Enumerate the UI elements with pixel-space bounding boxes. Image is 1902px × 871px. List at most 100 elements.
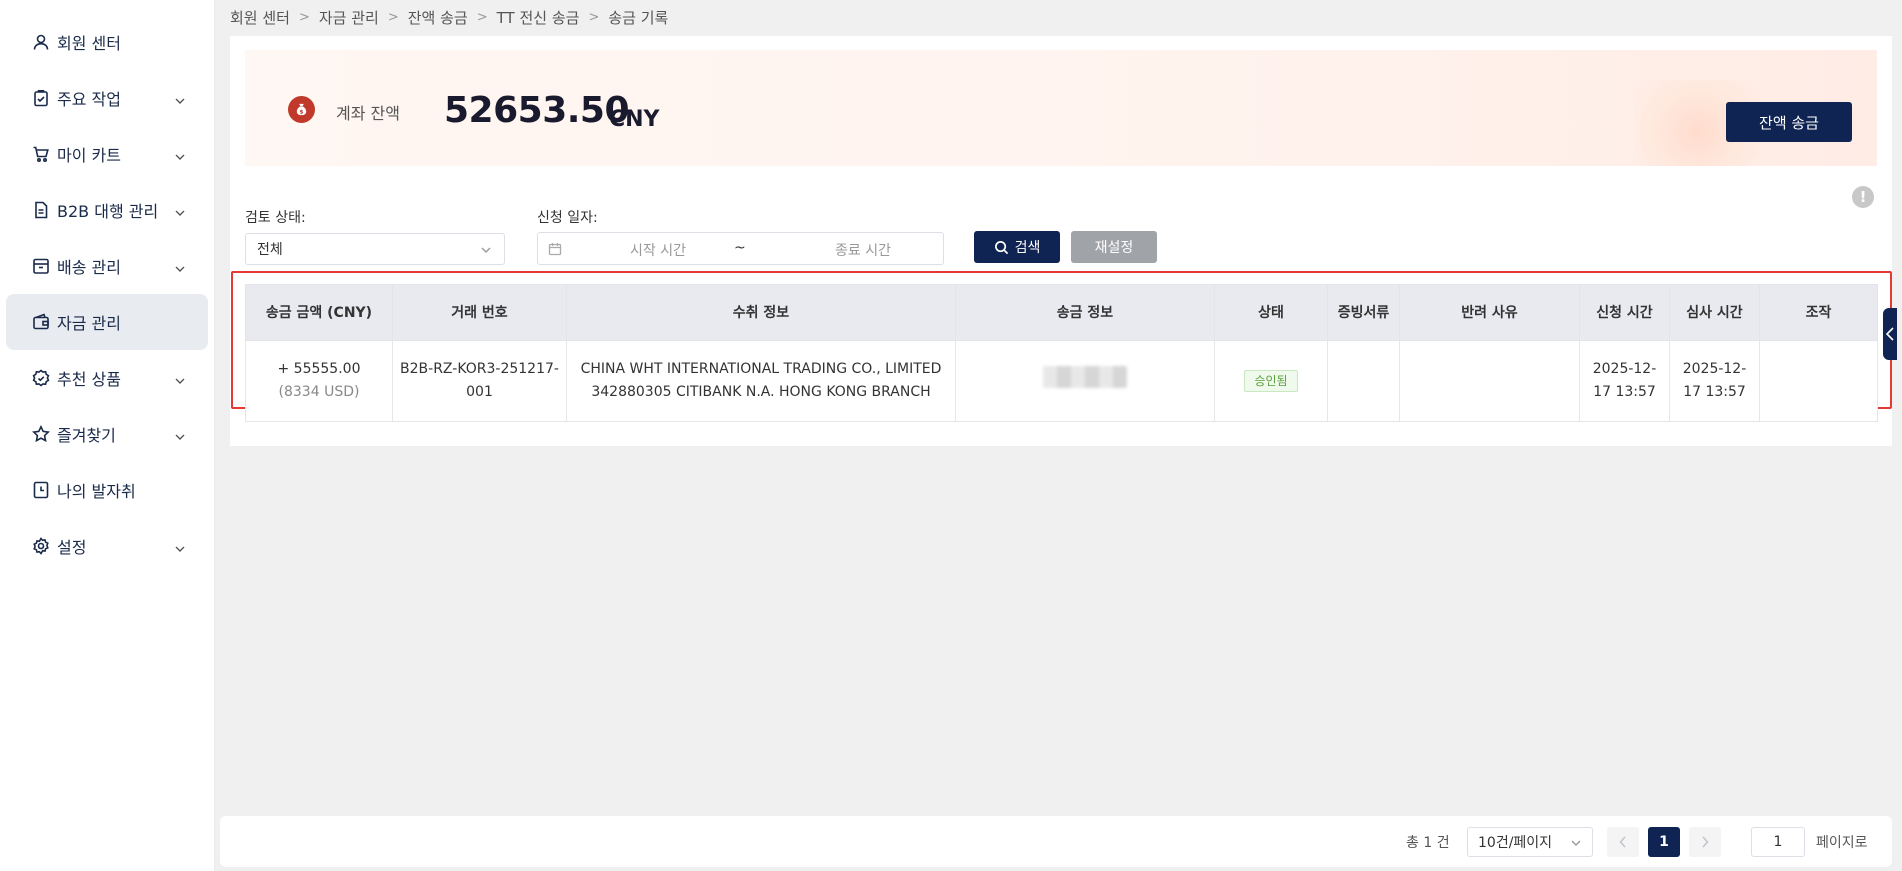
review-status-select[interactable]: 전체 <box>245 233 505 265</box>
start-date-input[interactable]: 시작 시간 <box>608 240 708 260</box>
payee-account: 342880305 CITIBANK N.A. HONG KONG BRANCH <box>591 384 931 400</box>
gear-icon <box>32 537 50 555</box>
transaction-number-cell: B2B-RZ-KOR3-251217- 001 <box>392 340 567 422</box>
balance-label: 계좌 잔액 <box>336 104 400 123</box>
sidebar-item-label: 나의 발자취 <box>57 482 136 501</box>
sidebar: 회원 센터 주요 작업 마이 카트 B2B 대행 관리 배송 관리 자금 관리 … <box>0 0 215 871</box>
badge-icon <box>32 369 50 387</box>
breadcrumb-item[interactable]: 자금 관리 <box>319 7 379 28</box>
balance-amount: 52653.50 <box>444 90 630 131</box>
history-icon <box>32 481 50 499</box>
breadcrumb: 회원 센터 > 자금 관리 > 잔액 송금 > TT 전신 송금 > 송금 기록 <box>230 7 668 27</box>
column-header: 수취 정보 <box>566 284 956 341</box>
status-cell: 승인됨 <box>1214 340 1328 422</box>
chevron-down-icon <box>174 92 186 104</box>
cart-icon <box>32 145 50 163</box>
sidebar-item-settings[interactable]: 설정 <box>6 518 208 574</box>
chevron-right-icon: > <box>387 9 399 25</box>
column-header: 송금 금액 (CNY) <box>245 284 393 341</box>
chevron-right-icon: > <box>298 9 310 25</box>
amount-usd: (8334 USD) <box>278 384 360 400</box>
user-icon <box>32 33 50 51</box>
sidebar-item-shipping[interactable]: 배송 관리 <box>6 238 208 294</box>
next-page-button[interactable] <box>1689 827 1721 857</box>
breadcrumb-item[interactable]: 잔액 송금 <box>408 7 468 28</box>
sidebar-item-main-tasks[interactable]: 주요 작업 <box>6 70 208 126</box>
main-content: $ 계좌 잔액 52653.50 CNY 잔액 송금 검토 상태: 전체 신청 … <box>230 36 1897 812</box>
reviewed-time-line: 2025-12- <box>1682 361 1747 377</box>
apply-date-label: 신청 일자: <box>537 210 598 226</box>
sidebar-item-history[interactable]: 나의 발자취 <box>6 462 208 518</box>
remittance-records-table: 송금 금액 (CNY) 거래 번호 수취 정보 송금 정보 상태 증빙서류 반려… <box>245 284 1878 422</box>
reset-button[interactable]: 재설정 <box>1071 231 1157 263</box>
chevron-down-icon <box>174 260 186 272</box>
document-icon <box>32 201 50 219</box>
applied-time-line: 17 13:57 <box>1593 384 1656 400</box>
review-status-label: 검토 상태: <box>245 210 306 226</box>
action-cell <box>1759 340 1878 422</box>
search-button[interactable]: 검색 <box>974 231 1060 263</box>
reject-reason-cell <box>1399 340 1580 422</box>
end-date-input[interactable]: 종료 시간 <box>813 240 913 260</box>
box-icon <box>32 257 50 275</box>
wallet-icon <box>32 313 50 331</box>
calendar-icon <box>548 242 562 256</box>
sidebar-item-label: 설정 <box>57 538 87 557</box>
column-header: 송금 정보 <box>955 284 1215 341</box>
breadcrumb-item[interactable]: TT 전신 송금 <box>497 7 580 28</box>
breadcrumb-item[interactable]: 회원 센터 <box>230 7 290 28</box>
sidebar-item-member-center[interactable]: 회원 센터 <box>6 14 208 70</box>
chevron-down-icon <box>480 244 492 256</box>
sidebar-item-recommended[interactable]: 추천 상품 <box>6 350 208 406</box>
prev-page-button[interactable] <box>1607 827 1639 857</box>
applied-time-line: 2025-12- <box>1592 361 1657 377</box>
sidebar-item-label: 즐겨찾기 <box>57 426 116 445</box>
column-header: 반려 사유 <box>1399 284 1580 341</box>
star-icon <box>32 425 50 443</box>
table-row: + 55555.00 (8334 USD) B2B-RZ-KOR3-251217… <box>245 340 1878 422</box>
column-header: 거래 번호 <box>392 284 567 341</box>
sidebar-item-label: B2B 대행 관리 <box>57 202 159 221</box>
search-button-label: 검색 <box>1014 240 1041 256</box>
chevron-left-icon <box>1619 836 1626 848</box>
table-header-row: 송금 금액 (CNY) 거래 번호 수취 정보 송금 정보 상태 증빙서류 반려… <box>245 284 1878 341</box>
info-icon[interactable]: ! <box>1852 186 1874 208</box>
sidebar-item-label: 배송 관리 <box>57 258 121 277</box>
pagination-bar: 총 1 건 10건/페이지 1 페이지로 <box>220 816 1892 867</box>
column-header: 심사 시간 <box>1669 284 1760 341</box>
sidebar-item-label: 마이 카트 <box>57 146 121 165</box>
sidebar-item-label: 주요 작업 <box>57 90 121 109</box>
sidebar-item-my-cart[interactable]: 마이 카트 <box>6 126 208 182</box>
sidebar-item-favorites[interactable]: 즐겨찾기 <box>6 406 208 462</box>
transaction-number-line: B2B-RZ-KOR3-251217- <box>400 361 559 377</box>
date-separator: ~ <box>734 240 746 256</box>
search-icon <box>994 240 1008 254</box>
sidebar-item-b2b[interactable]: B2B 대행 관리 <box>6 182 208 238</box>
sidebar-item-label: 추천 상품 <box>57 370 121 389</box>
reviewed-time-line: 17 13:57 <box>1683 384 1746 400</box>
svg-text:$: $ <box>300 110 304 116</box>
page-size-select[interactable]: 10건/페이지 <box>1467 827 1593 857</box>
balance-currency: CNY <box>609 107 660 132</box>
applied-time-cell: 2025-12- 17 13:57 <box>1579 340 1670 422</box>
proof-cell <box>1327 340 1400 422</box>
chevron-down-icon <box>174 540 186 552</box>
redacted-remittance-info <box>1043 366 1127 388</box>
amount-cny: + 55555.00 <box>277 361 361 377</box>
date-range-picker[interactable]: 시작 시간 ~ 종료 시간 <box>537 232 944 265</box>
column-header: 상태 <box>1214 284 1328 341</box>
balance-transfer-button[interactable]: 잔액 송금 <box>1726 102 1852 142</box>
chevron-left-icon <box>1885 327 1894 341</box>
breadcrumb-current: 송금 기록 <box>608 8 669 27</box>
chevron-down-icon <box>174 428 186 440</box>
payee-name: CHINA WHT INTERNATIONAL TRADING CO., LIM… <box>580 361 942 377</box>
page-number-current[interactable]: 1 <box>1648 827 1680 857</box>
payee-info-cell: CHINA WHT INTERNATIONAL TRADING CO., LIM… <box>566 340 956 422</box>
clipboard-icon <box>32 89 50 107</box>
column-header: 조작 <box>1759 284 1878 341</box>
page-jump-input[interactable] <box>1751 827 1805 857</box>
collapse-panel-tab[interactable] <box>1883 308 1897 360</box>
status-badge: 승인됨 <box>1244 369 1298 392</box>
column-header: 신청 시간 <box>1579 284 1670 341</box>
sidebar-item-funds[interactable]: 자금 관리 <box>6 294 208 350</box>
